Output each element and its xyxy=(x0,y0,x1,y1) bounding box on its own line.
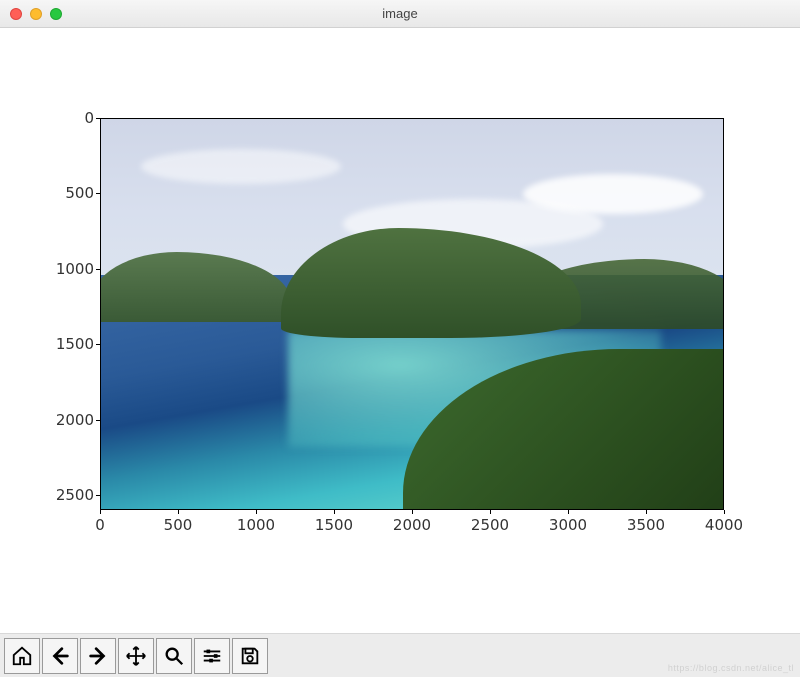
pan-button[interactable] xyxy=(118,638,154,674)
image-axes[interactable] xyxy=(100,118,724,510)
y-tick-label: 1000 xyxy=(34,260,94,278)
close-window-button[interactable] xyxy=(10,8,22,20)
window-controls xyxy=(10,8,62,20)
minimize-window-button[interactable] xyxy=(30,8,42,20)
x-tick-label: 500 xyxy=(164,516,193,534)
x-tick-label: 2000 xyxy=(393,516,431,534)
x-tick-label: 1000 xyxy=(237,516,275,534)
x-tick-label: 3000 xyxy=(549,516,587,534)
x-tick-label: 4000 xyxy=(705,516,743,534)
window-titlebar: image xyxy=(0,0,800,28)
move-icon xyxy=(125,645,147,667)
arrow-right-icon xyxy=(87,645,109,667)
x-tick-label: 3500 xyxy=(627,516,665,534)
window-title: image xyxy=(382,6,417,21)
back-button[interactable] xyxy=(42,638,78,674)
fullscreen-window-button[interactable] xyxy=(50,8,62,20)
configure-subplots-button[interactable] xyxy=(194,638,230,674)
y-tick-label: 1500 xyxy=(34,335,94,353)
save-icon xyxy=(239,645,261,667)
displayed-image xyxy=(101,119,723,509)
magnifier-icon xyxy=(163,645,185,667)
home-button[interactable] xyxy=(4,638,40,674)
forward-button[interactable] xyxy=(80,638,116,674)
arrow-left-icon xyxy=(49,645,71,667)
figure-canvas[interactable]: 0 500 1000 1500 2000 2500 0 500 1000 150… xyxy=(0,28,800,633)
y-tick-label: 500 xyxy=(34,184,94,202)
save-button[interactable] xyxy=(232,638,268,674)
home-icon xyxy=(11,645,33,667)
y-tick-label: 0 xyxy=(34,109,94,127)
y-tick-label: 2500 xyxy=(34,486,94,504)
sliders-icon xyxy=(201,645,223,667)
y-tick-label: 2000 xyxy=(34,411,94,429)
x-tick-label: 1500 xyxy=(315,516,353,534)
x-tick-label: 2500 xyxy=(471,516,509,534)
zoom-button[interactable] xyxy=(156,638,192,674)
x-tick-label: 0 xyxy=(95,516,105,534)
watermark-text: https://blog.csdn.net/alice_tl xyxy=(668,663,794,673)
